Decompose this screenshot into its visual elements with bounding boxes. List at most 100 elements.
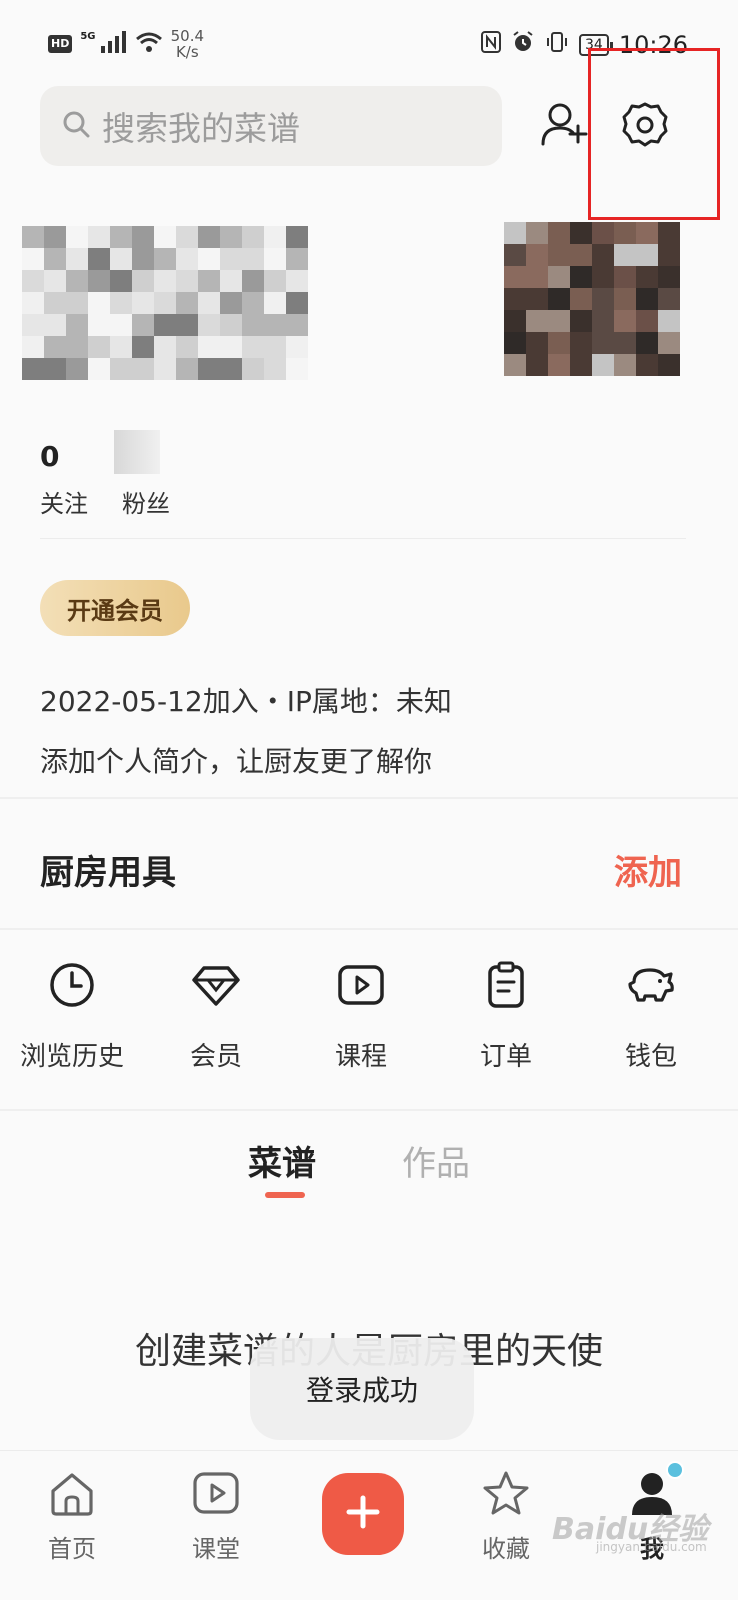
network-speed: 50.4 K/s [170, 27, 205, 61]
section-divider [0, 797, 738, 799]
pixel-cell [154, 226, 176, 248]
menu-item-history[interactable]: 浏览历史 [0, 960, 144, 1073]
pixel-cell [504, 310, 526, 332]
notification-dot [666, 1461, 684, 1479]
nav-favorites[interactable]: 收藏 [456, 1469, 556, 1564]
pixel-cell [526, 266, 548, 288]
pixel-cell [154, 248, 176, 270]
pixel-cell [88, 270, 110, 292]
pixel-cell [110, 336, 132, 358]
pixel-cell [264, 270, 286, 292]
pixel-cell [154, 314, 176, 336]
pixel-cell [88, 358, 110, 380]
pixel-cell [614, 354, 636, 376]
pixel-cell [66, 336, 88, 358]
pixel-cell [88, 292, 110, 314]
pixel-cell [176, 226, 198, 248]
hd-badge: HD [48, 35, 73, 53]
add-friend-icon[interactable] [540, 100, 588, 150]
join-info: 2022-05-12加入・IP属地：未知 [40, 685, 452, 718]
play-icon [336, 960, 386, 1010]
pixel-cell [592, 288, 614, 310]
pixel-cell [504, 332, 526, 354]
avatar[interactable] [504, 222, 680, 376]
pixel-cell [154, 336, 176, 358]
pixel-cell [548, 222, 570, 244]
pixel-cell [220, 336, 242, 358]
pixel-cell [44, 270, 66, 292]
pixel-cell [264, 248, 286, 270]
open-vip-button[interactable]: 开通会员 [40, 580, 190, 636]
pixel-cell [614, 222, 636, 244]
pixel-cell [22, 292, 44, 314]
pixel-cell [220, 248, 242, 270]
pixel-cell [636, 288, 658, 310]
star-icon [481, 1469, 531, 1519]
pixel-cell [264, 358, 286, 380]
pixel-cell [614, 266, 636, 288]
pixel-cell [176, 314, 198, 336]
pixel-cell [548, 288, 570, 310]
search-placeholder: 搜索我的菜谱 [102, 109, 300, 148]
pixel-cell [614, 244, 636, 266]
pixel-cell [570, 266, 592, 288]
pixel-cell [110, 358, 132, 380]
tab-works[interactable]: 作品 [402, 1136, 470, 1185]
menu-item-orders[interactable]: 订单 [434, 960, 578, 1073]
pixel-cell [286, 226, 308, 248]
pixel-cell [220, 358, 242, 380]
pixel-cell [636, 222, 658, 244]
pixel-cell [504, 288, 526, 310]
pixel-cell [504, 354, 526, 376]
search-input[interactable]: 搜索我的菜谱 [40, 86, 502, 166]
stat-blur [114, 430, 160, 474]
following-label[interactable]: 关注 [40, 484, 88, 519]
alarm-icon [511, 30, 535, 60]
pixel-cell [570, 244, 592, 266]
pixel-cell [88, 336, 110, 358]
pixel-cell [44, 358, 66, 380]
tab-recipes[interactable]: 菜谱 [248, 1136, 316, 1185]
pixel-cell [658, 266, 680, 288]
section-divider [0, 928, 738, 930]
pixel-cell [154, 270, 176, 292]
pixel-cell [242, 248, 264, 270]
pixel-cell [66, 226, 88, 248]
pixel-cell [132, 270, 154, 292]
username-blurred [22, 226, 308, 380]
menu-item-courses[interactable]: 课程 [289, 960, 433, 1073]
pixel-cell [66, 292, 88, 314]
pixel-cell [614, 310, 636, 332]
pixel-cell [198, 358, 220, 380]
menu-item-vip[interactable]: 会员 [144, 960, 288, 1073]
bio-prompt[interactable]: 添加个人简介，让厨友更了解你 [40, 740, 432, 780]
create-button[interactable] [322, 1473, 404, 1555]
pixel-cell [220, 226, 242, 248]
pixel-cell [636, 332, 658, 354]
pixel-cell [548, 310, 570, 332]
pixel-cell [526, 310, 548, 332]
pixel-cell [242, 336, 264, 358]
pixel-cell [44, 226, 66, 248]
pixel-cell [614, 288, 636, 310]
pixel-cell [132, 292, 154, 314]
tab-indicator [265, 1192, 305, 1198]
nfc-icon [481, 31, 501, 59]
pixel-cell [570, 332, 592, 354]
nav-home[interactable]: 首页 [22, 1469, 122, 1564]
following-count[interactable]: 0 [40, 440, 59, 473]
nav-classroom[interactable]: 课堂 [166, 1469, 266, 1564]
pixel-cell [526, 288, 548, 310]
followers-label[interactable]: 粉丝 [122, 484, 170, 519]
pixel-cell [176, 270, 198, 292]
pixel-cell [44, 292, 66, 314]
diamond-icon [191, 960, 241, 1010]
section-divider [0, 1109, 738, 1111]
pixel-cell [570, 222, 592, 244]
pixel-cell [154, 358, 176, 380]
kitchen-add-button[interactable]: 添加 [614, 845, 682, 894]
pixel-cell [176, 336, 198, 358]
menu-item-wallet[interactable]: 钱包 [579, 960, 723, 1073]
pixel-cell [66, 248, 88, 270]
pixel-cell [88, 226, 110, 248]
